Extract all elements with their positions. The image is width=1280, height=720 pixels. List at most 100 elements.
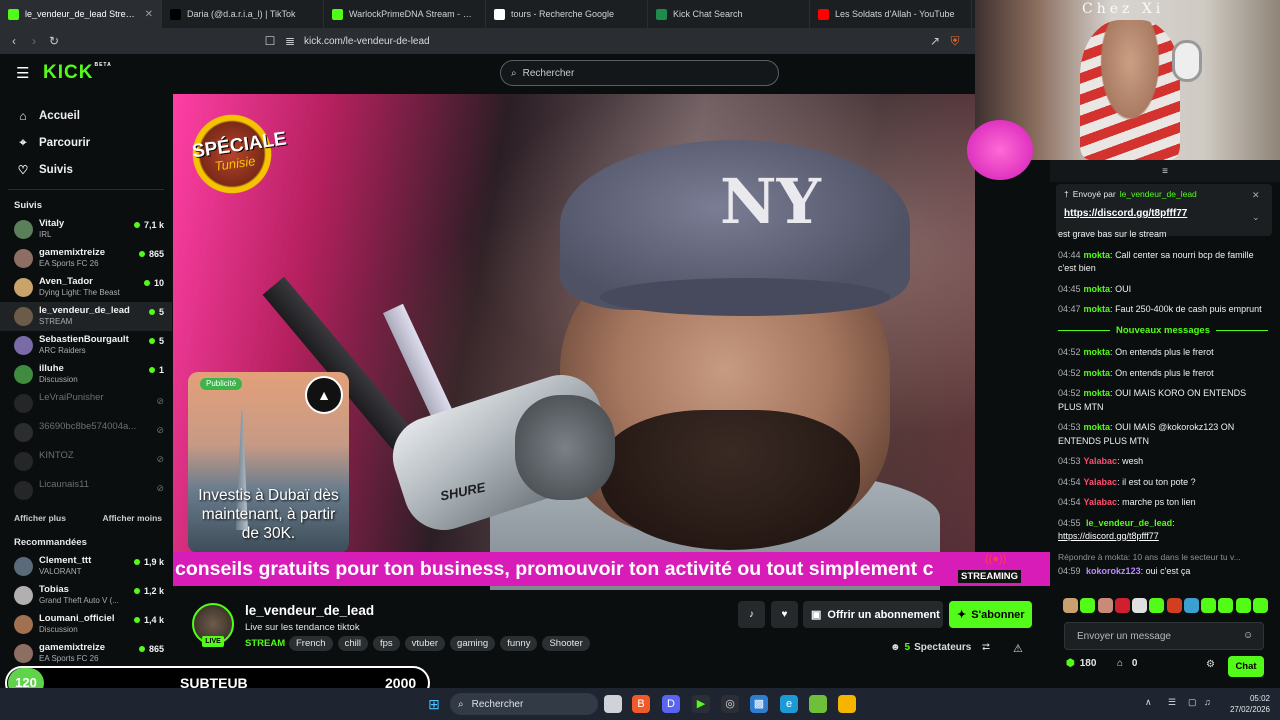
windows-start-icon[interactable]: ⊞ bbox=[425, 695, 443, 713]
collapse-icon[interactable]: ≡ bbox=[1162, 166, 1168, 177]
discord-icon[interactable]: D bbox=[662, 695, 680, 713]
show-less-button[interactable]: Afficher moins bbox=[102, 513, 162, 523]
forward-icon[interactable]: › bbox=[24, 34, 44, 48]
channel-item[interactable]: Vitaly IRL 7,1 k bbox=[0, 215, 172, 244]
clock[interactable]: 05:02 27/02/2026 bbox=[1226, 693, 1270, 715]
notification-bell-button[interactable]: ♪ bbox=[738, 601, 765, 628]
taskbar-search[interactable]: ⌕ Rechercher bbox=[450, 693, 598, 715]
kick-app-icon[interactable]: ▶ bbox=[692, 695, 710, 713]
emote-icon[interactable] bbox=[1114, 598, 1130, 613]
menu-icon[interactable]: ☰ bbox=[16, 64, 29, 82]
chat-username[interactable]: mokta bbox=[1084, 422, 1111, 432]
browser-tab[interactable]: le_vendeur_de_lead Stream - W ✕ bbox=[0, 0, 162, 28]
spreadsheet-icon[interactable] bbox=[809, 695, 827, 713]
back-icon[interactable]: ‹ bbox=[4, 34, 24, 48]
chat-collapse-bar[interactable]: ≡ bbox=[1050, 160, 1280, 182]
chat-username[interactable]: mokta bbox=[1084, 250, 1111, 260]
chat-username[interactable]: mokta bbox=[1084, 304, 1111, 314]
site-info-icon[interactable]: ≣ bbox=[280, 34, 300, 48]
stream-category[interactable]: STREAM bbox=[245, 638, 285, 649]
chat-link[interactable]: https://discord.gg/t8pfff77 bbox=[1058, 531, 1159, 541]
channel-item[interactable]: 36690bc8be574004a... ⊘ bbox=[0, 418, 172, 447]
chat-username[interactable]: mokta bbox=[1084, 284, 1111, 294]
emote-icon[interactable] bbox=[1166, 598, 1182, 613]
search-input[interactable]: ⌕ Rechercher bbox=[500, 60, 779, 86]
channel-item[interactable]: gamemixtreize EA Sports FC 26 865 bbox=[0, 639, 172, 668]
channel-item[interactable]: Aven_Tador Dying Light: The Beast 10 bbox=[0, 273, 172, 302]
subscribe-button[interactable]: ✦ S'abonner bbox=[949, 601, 1032, 628]
stream-tag[interactable]: funny bbox=[500, 636, 538, 651]
streamer-name[interactable]: le_vendeur_de_lead bbox=[245, 603, 374, 618]
brave-shield-icon[interactable]: ⛨ bbox=[945, 34, 965, 49]
browser-tab[interactable]: Les Soldats d'Allah - YouTube bbox=[810, 0, 972, 28]
show-more-button[interactable]: Afficher plus bbox=[14, 513, 66, 523]
network-icon[interactable]: ▢ bbox=[1188, 697, 1197, 708]
nav-item-accueil[interactable]: ⌂ Accueil bbox=[0, 102, 172, 129]
kick-logo[interactable]: KICKBETA bbox=[43, 62, 112, 84]
channel-item[interactable]: gamemixtreize EA Sports FC 26 865 bbox=[0, 244, 172, 273]
share-icon[interactable]: ⮂ bbox=[982, 642, 990, 653]
stream-tag[interactable]: French bbox=[289, 636, 333, 651]
channel-item[interactable]: LeVraiPunisher ⊘ bbox=[0, 389, 172, 418]
channel-item[interactable]: KINTOZ ⊘ bbox=[0, 447, 172, 476]
brave-icon[interactable]: B bbox=[632, 695, 650, 713]
unpin-icon[interactable]: ✕ bbox=[1252, 190, 1260, 201]
tab-close-icon[interactable]: ✕ bbox=[145, 9, 153, 20]
chat-username[interactable]: mokta bbox=[1084, 347, 1111, 357]
emote-icon[interactable] bbox=[1149, 598, 1165, 613]
channel-item[interactable]: Licaunais11 ⊘ bbox=[0, 476, 172, 505]
stream-tag[interactable]: chill bbox=[337, 636, 368, 651]
task-view-icon[interactable] bbox=[604, 695, 622, 713]
stream-tag[interactable]: Shooter bbox=[542, 636, 590, 651]
channel-item[interactable]: illuhe Discussion 1 bbox=[0, 360, 172, 389]
channel-item[interactable]: SebastienBourgault ARC Raiders 5 bbox=[0, 331, 172, 360]
browser-tab[interactable]: tours - Recherche Google bbox=[486, 0, 648, 28]
gear-icon[interactable]: ⚙ bbox=[1206, 659, 1215, 670]
app-icon[interactable] bbox=[838, 695, 856, 713]
pinned-link[interactable]: https://discord.gg/t8pfff77 bbox=[1064, 208, 1264, 219]
send-chat-button[interactable]: Chat bbox=[1228, 656, 1264, 677]
stream-tag[interactable]: fps bbox=[372, 636, 400, 651]
edge-icon[interactable]: e bbox=[780, 695, 798, 713]
browser-tab[interactable]: Daria (@d.a.r.i.a_l) | TikTok bbox=[162, 0, 324, 28]
channel-item[interactable]: le_vendeur_de_lead STREAM 5 bbox=[0, 302, 172, 331]
chat-username[interactable]: mokta bbox=[1084, 368, 1111, 378]
volume-icon[interactable]: ♫ bbox=[1204, 697, 1211, 707]
channel-item[interactable]: Loumani_officiel Discussion 1,4 k bbox=[0, 610, 172, 639]
url-field[interactable]: kick.com/le-vendeur-de-lead bbox=[304, 36, 430, 47]
browser-tab[interactable]: Kick Chat Search bbox=[648, 0, 810, 28]
stream-tag[interactable]: gaming bbox=[450, 636, 496, 651]
nav-item-parcourir[interactable]: ⌖ Parcourir bbox=[0, 129, 172, 156]
channel-item[interactable]: Tobias Grand Theft Auto V (... 1,2 k bbox=[0, 581, 172, 610]
chat-input[interactable]: Envoyer un message bbox=[1064, 622, 1264, 650]
report-icon[interactable]: ⚠ bbox=[1013, 642, 1023, 655]
gift-sub-button[interactable]: ▣ Offrir un abonnement bbox=[803, 601, 943, 628]
reload-icon[interactable]: ↻ bbox=[44, 34, 64, 48]
emoji-icon[interactable]: ☺ bbox=[1243, 630, 1253, 641]
pinned-user[interactable]: le_vendeur_de_lead bbox=[1120, 189, 1197, 199]
share-icon[interactable]: ↗ bbox=[925, 34, 945, 48]
emote-icon[interactable] bbox=[1080, 598, 1096, 613]
chat-username[interactable]: mokta bbox=[1084, 388, 1111, 398]
bookmark-icon[interactable]: ☐ bbox=[260, 34, 280, 48]
emote-icon[interactable] bbox=[1097, 598, 1113, 613]
editor-icon[interactable]: ▩ bbox=[750, 695, 768, 713]
emote-icon[interactable] bbox=[1201, 598, 1217, 613]
microphone-icon[interactable]: ☰ bbox=[1168, 697, 1176, 708]
follow-button[interactable]: ♥ bbox=[771, 601, 798, 628]
channel-item[interactable]: Clement_ttt VALORANT 1,9 k bbox=[0, 552, 172, 581]
obs-icon[interactable]: ◎ bbox=[721, 695, 739, 713]
emote-icon[interactable] bbox=[1132, 598, 1148, 613]
chat-username[interactable]: le_vendeur_de_lead bbox=[1086, 518, 1172, 528]
tray-chevron-icon[interactable]: ∧ bbox=[1145, 697, 1152, 708]
chat-username[interactable]: Yalabac bbox=[1084, 456, 1118, 466]
emote-icon[interactable] bbox=[1063, 598, 1078, 613]
gift-count[interactable]: ⌂ 0 bbox=[1117, 658, 1137, 669]
chat-username[interactable]: kokorokz123 bbox=[1086, 566, 1141, 576]
nav-item-suivis[interactable]: ♡ Suivis bbox=[0, 156, 172, 183]
emote-icon[interactable] bbox=[1235, 598, 1251, 613]
emote-icon[interactable] bbox=[1252, 598, 1268, 613]
browser-tab[interactable]: WarlockPrimeDNA Stream - Watch bbox=[324, 0, 486, 28]
chat-username[interactable]: Yalabac bbox=[1084, 497, 1118, 507]
reply-preview[interactable]: Répondre à mokta: 10 ans dans le secteur… bbox=[1058, 551, 1268, 565]
